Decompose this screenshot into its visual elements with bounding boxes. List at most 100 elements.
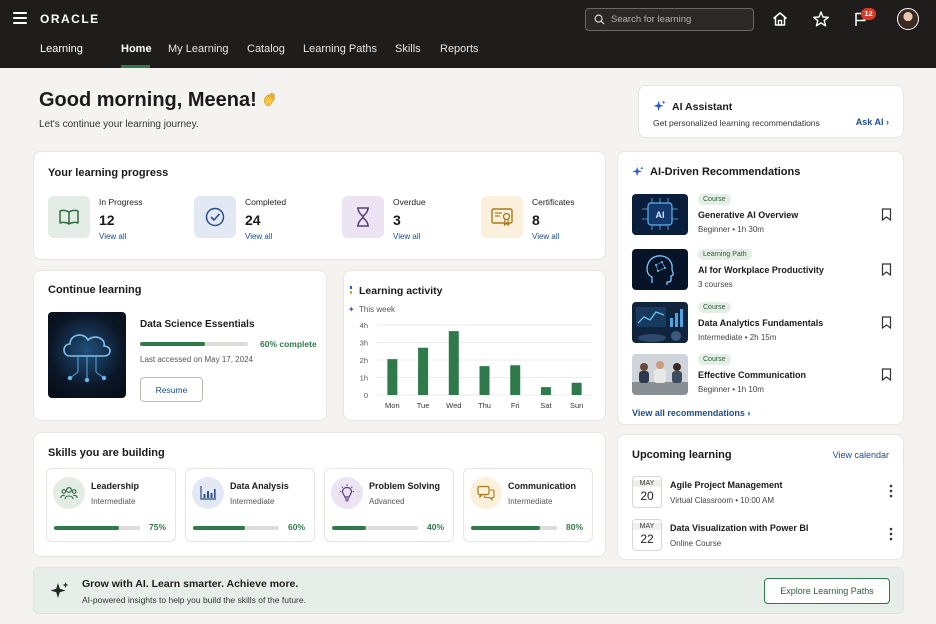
waving-hand-icon	[263, 92, 275, 107]
skill-progress-bar	[471, 526, 557, 530]
bar-sat[interactable]	[540, 387, 551, 395]
course-progress-bar	[140, 342, 248, 346]
more-options-icon[interactable]	[888, 484, 894, 498]
recommendation-item[interactable]: AI Course Generative AI Overview Beginne…	[632, 194, 892, 236]
ai-assistant-title: AI Assistant	[653, 100, 732, 113]
y-tick-label: 2h	[360, 356, 368, 365]
skill-name: Problem Solving	[369, 481, 441, 491]
chart-title-icon	[350, 286, 352, 294]
bookmark-icon[interactable]	[881, 368, 892, 381]
view-all-recommendations-link[interactable]: View all recommendations ›	[632, 408, 750, 418]
team-icon	[53, 477, 85, 509]
skill-tile-communication[interactable]: Communication Intermediate 80%	[463, 468, 593, 542]
skill-name: Data Analysis	[230, 481, 289, 491]
upcoming-learning-card: Upcoming learning View calendar MAY 20 A…	[617, 434, 904, 560]
recommendation-name[interactable]: Data Analytics Fundamentals	[698, 318, 823, 328]
search-box[interactable]	[585, 8, 754, 31]
view-calendar-link[interactable]: View calendar	[833, 450, 889, 460]
y-tick-label: 1h	[360, 374, 368, 383]
tab-learning-paths[interactable]: Learning Paths	[303, 43, 377, 55]
skill-percent: 75%	[148, 522, 166, 532]
avatar[interactable]	[897, 8, 919, 30]
bookmark-icon[interactable]	[881, 316, 892, 329]
last-accessed: Last accessed on May 17, 2024	[140, 355, 253, 364]
chevron-right-icon: ›	[747, 408, 751, 418]
main-nav: Learning Home My Learning Catalog Learni…	[0, 40, 936, 68]
menu-icon[interactable]	[13, 12, 27, 24]
recommendation-name[interactable]: AI for Workplace Productivity	[698, 265, 824, 275]
oracle-logo[interactable]: ORACLE	[40, 12, 100, 26]
view-all-link[interactable]: View all	[245, 232, 272, 241]
view-all-link[interactable]: View all	[393, 232, 420, 241]
bar-tue[interactable]	[418, 347, 429, 395]
tab-catalog[interactable]: Catalog	[247, 43, 285, 55]
cloud-circuit-icon	[63, 334, 111, 383]
bar-fri[interactable]	[510, 365, 521, 395]
sparkle-icon	[632, 166, 644, 177]
event-meta: Online Course	[670, 539, 722, 548]
promo-banner: Grow with AI. Learn smarter. Achieve mor…	[33, 567, 904, 614]
recommendation-item[interactable]: Learning Path AI for Workplace Productiv…	[632, 249, 892, 291]
recommendation-meta: Beginner • 1h 30m	[698, 225, 764, 234]
lightbulb-icon	[331, 477, 363, 509]
stat-label: In Progress	[99, 197, 143, 207]
x-tick-label: Sun	[570, 401, 583, 410]
stat-value: 12	[99, 212, 115, 228]
recommendation-meta: Beginner • 1h 10m	[698, 385, 764, 394]
recommendation-meta: Intermediate • 2h 15m	[698, 333, 777, 342]
app-name: Learning	[40, 43, 83, 55]
home-icon[interactable]	[771, 10, 789, 28]
event-day: 20	[640, 489, 654, 503]
skill-tile-leadership[interactable]: Leadership Intermediate 75%	[46, 468, 176, 542]
event-month: MAY	[633, 480, 661, 487]
course-thumbnail[interactable]	[48, 312, 126, 398]
recommendation-name[interactable]: Generative AI Overview	[698, 210, 798, 220]
view-all-link[interactable]: View all	[532, 232, 559, 241]
stat-certificates: Certificates 8 View all	[481, 196, 621, 241]
bar-wed[interactable]	[448, 331, 459, 395]
explore-learning-paths-button[interactable]: Explore Learning Paths	[764, 578, 890, 604]
star-icon[interactable]	[812, 10, 830, 28]
skills-card: Skills you are building Leadership Inter…	[33, 432, 606, 557]
stat-label: Overdue	[393, 197, 426, 207]
bar-mon[interactable]	[387, 359, 398, 395]
x-tick-label: Tue	[417, 401, 430, 410]
tab-my-learning[interactable]: My Learning	[168, 43, 229, 55]
y-tick-label: 4h	[360, 321, 368, 330]
skill-progress-bar	[193, 526, 279, 530]
bookmark-icon[interactable]	[881, 263, 892, 276]
event-name[interactable]: Agile Project Management	[670, 480, 783, 490]
bookmark-icon[interactable]	[881, 208, 892, 221]
recommendation-item[interactable]: Course Effective Communication Beginner …	[632, 354, 892, 396]
tab-skills[interactable]: Skills	[395, 43, 421, 55]
x-tick-label: Sat	[540, 401, 552, 410]
recommendation-name[interactable]: Effective Communication	[698, 370, 806, 380]
upcoming-event[interactable]: MAY 22 Data Visualization with Power BI …	[632, 519, 894, 553]
event-name[interactable]: Data Visualization with Power BI	[670, 523, 808, 533]
ask-ai-link[interactable]: Ask AI ›	[856, 117, 889, 127]
skill-progress-bar	[332, 526, 418, 530]
course-name[interactable]: Data Science Essentials	[140, 319, 255, 330]
stat-label: Certificates	[532, 197, 575, 207]
tab-home[interactable]: Home	[121, 43, 152, 55]
recommendation-item[interactable]: Course Data Analytics Fundamentals Inter…	[632, 302, 892, 344]
skill-progress-fill	[332, 526, 367, 530]
event-date: MAY 22	[632, 519, 662, 551]
search-input[interactable]	[611, 14, 741, 25]
skill-progress-fill	[193, 526, 245, 530]
upcoming-event[interactable]: MAY 20 Agile Project Management Virtual …	[632, 476, 894, 510]
skill-tile-problem-solving[interactable]: Problem Solving Advanced 40%	[324, 468, 454, 542]
bar-sun[interactable]	[571, 382, 582, 395]
more-options-icon[interactable]	[888, 527, 894, 541]
stat-value: 8	[532, 212, 540, 228]
x-tick-label: Thu	[478, 401, 491, 410]
sparkle-icon	[50, 582, 69, 598]
resume-button[interactable]: Resume	[140, 377, 203, 402]
course-progress-fill	[140, 342, 205, 346]
view-all-link[interactable]: View all	[99, 232, 126, 241]
check-circle-icon	[194, 196, 236, 238]
bar-thu[interactable]	[479, 366, 490, 395]
learning-activity-card: Learning activity ✦ This week 4h 3h 2h 1h 0 M…	[343, 270, 606, 421]
tab-reports[interactable]: Reports	[440, 43, 479, 55]
skill-tile-data-analysis[interactable]: Data Analysis Intermediate 60%	[185, 468, 315, 542]
